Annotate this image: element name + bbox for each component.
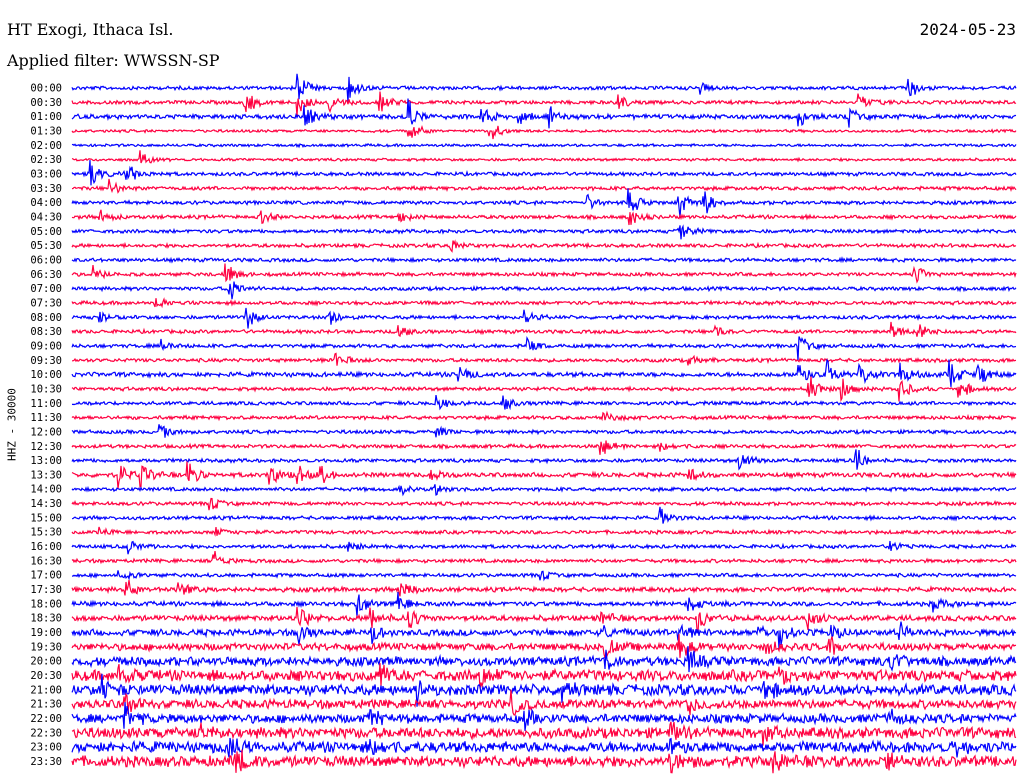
time-label: 22:00	[30, 713, 62, 725]
trace-line	[71, 497, 1017, 511]
trace-line	[71, 484, 1017, 497]
trace-line	[71, 526, 1017, 537]
time-label: 07:30	[30, 297, 62, 309]
time-label: 02:00	[30, 140, 62, 152]
time-label: 20:30	[30, 670, 62, 682]
time-label: 03:30	[30, 183, 62, 195]
trace-line	[71, 410, 1017, 422]
time-label: 05:00	[30, 226, 62, 238]
trace-line	[71, 551, 1017, 565]
trace-line	[71, 749, 1017, 774]
trace-line	[71, 335, 1017, 361]
trace-line	[71, 142, 1017, 149]
trace-line	[71, 98, 1017, 129]
time-label: 14:00	[30, 484, 62, 496]
trace-line	[71, 461, 1017, 489]
time-label: 03:00	[30, 168, 62, 180]
time-label: 13:00	[30, 455, 62, 467]
time-label: 08:30	[30, 326, 62, 338]
time-label: 10:30	[30, 383, 62, 395]
trace-line	[71, 263, 1017, 284]
time-label: 09:00	[30, 340, 62, 352]
trace-line	[71, 224, 1017, 240]
time-label: 17:00	[30, 570, 62, 582]
trace-line	[71, 91, 1017, 117]
trace-line	[71, 424, 1017, 438]
time-label: 01:00	[30, 111, 62, 123]
trace-line	[71, 178, 1017, 194]
time-label: 23:30	[30, 756, 62, 768]
trace-line	[71, 297, 1017, 309]
trace-line	[71, 321, 1017, 338]
trace-line	[71, 634, 1017, 658]
time-label: 04:00	[30, 197, 62, 209]
trace-line	[71, 440, 1017, 455]
trace-line	[71, 449, 1017, 471]
time-label: 21:30	[30, 699, 62, 711]
time-label: 15:30	[30, 527, 62, 539]
time-label: 11:00	[30, 398, 62, 410]
time-label: 20:00	[30, 656, 62, 668]
trace-line	[71, 125, 1017, 140]
trace-line	[72, 352, 1017, 366]
trace-line	[71, 209, 1017, 226]
time-label: 06:00	[30, 254, 62, 266]
trace-line	[71, 646, 1017, 673]
trace-line	[71, 150, 1017, 164]
time-label: 23:00	[30, 742, 62, 754]
time-label: 12:00	[30, 426, 62, 438]
trace-line	[71, 239, 1017, 253]
time-label: 10:00	[30, 369, 62, 381]
time-label: 13:30	[30, 469, 62, 481]
time-label: 12:30	[30, 441, 62, 453]
trace-line	[71, 358, 1017, 387]
time-label: 11:30	[30, 412, 62, 424]
trace-line	[71, 580, 1017, 597]
time-label: 09:30	[30, 355, 62, 367]
trace-line	[71, 307, 1017, 329]
trace-line	[71, 540, 1017, 555]
trace-line	[71, 592, 1017, 617]
time-label: 08:00	[30, 312, 62, 324]
time-label: 17:30	[30, 584, 62, 596]
time-label: 07:00	[30, 283, 62, 295]
time-label: 15:00	[30, 512, 62, 524]
helicorder-plot: 00:00 00:30 01:00 01:30 02:00 02:30 03:00 03:30…	[30, 73, 1017, 774]
time-label: 06:30	[30, 269, 62, 281]
time-label: 02:30	[30, 154, 62, 166]
time-label: 21:00	[30, 684, 62, 696]
time-label: 14:30	[30, 498, 62, 510]
time-label: 00:00	[30, 83, 62, 95]
time-label: 04:30	[30, 211, 62, 223]
trace-line	[71, 570, 1017, 582]
time-label: 16:30	[30, 555, 62, 567]
time-label: 22:30	[30, 727, 62, 739]
trace-line	[71, 281, 1017, 300]
time-label: 05:30	[30, 240, 62, 252]
time-label: 18:30	[30, 613, 62, 625]
time-label: 19:30	[30, 641, 62, 653]
trace-line	[71, 73, 1017, 103]
trace-line	[71, 506, 1017, 524]
trace-line	[71, 256, 1017, 264]
trace-line	[71, 376, 1017, 403]
time-label: 01:30	[30, 125, 62, 137]
trace-line	[71, 737, 1017, 758]
trace-line	[71, 689, 1017, 716]
time-label: 16:00	[30, 541, 62, 553]
time-label: 19:00	[30, 627, 62, 639]
trace-line	[71, 606, 1017, 633]
trace-line	[71, 721, 1017, 746]
time-label: 18:00	[30, 598, 62, 610]
time-label: 00:30	[30, 97, 62, 109]
trace-line	[71, 160, 1017, 186]
trace-line	[71, 188, 1017, 218]
trace-line	[71, 394, 1017, 411]
